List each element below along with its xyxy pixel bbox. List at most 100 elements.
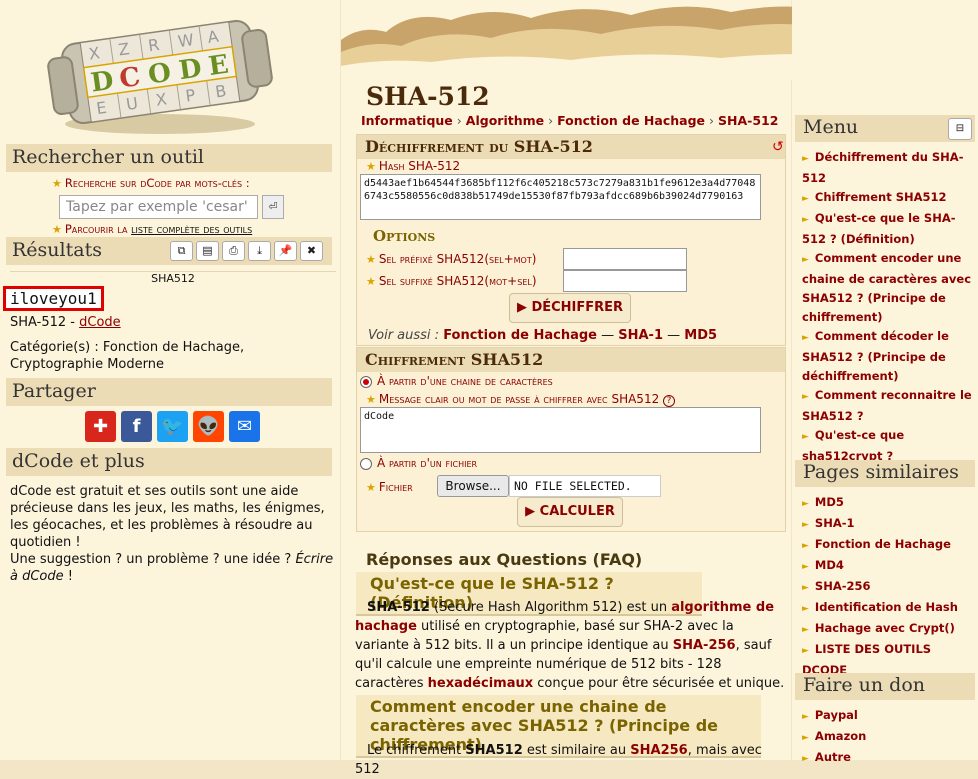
- star-icon: ★: [52, 223, 62, 236]
- hash-label: ★ Hash SHA-512: [366, 159, 460, 173]
- bullet-icon: ►: [802, 255, 809, 265]
- search-input[interactable]: [59, 195, 258, 219]
- star-icon: ★: [366, 160, 376, 173]
- breadcrumb-sha512[interactable]: SHA-512: [718, 113, 778, 128]
- from-file-text: À partir d'un fichier: [377, 456, 478, 470]
- message-textarea[interactable]: dCode: [360, 407, 761, 453]
- salt-prefix-text: Sel préfixé SHA512(sel+mot): [378, 252, 537, 266]
- plus-text: dCode est gratuit et ses outils sont une…: [10, 483, 335, 585]
- bullet-icon: ►: [802, 520, 809, 530]
- search-submit-button[interactable]: ⏎: [262, 195, 284, 219]
- breadcrumb: Informatique › Algorithme › Fonction de Hach…: [361, 113, 779, 128]
- similar-item-label: MD5: [814, 495, 844, 509]
- faq-answer-1: SHA-512 (Secure Hash Algorithm 512) est …: [355, 598, 787, 693]
- pin-icon[interactable]: 📌: [274, 241, 297, 261]
- email-icon[interactable]: ✉: [229, 411, 260, 442]
- a2-link-sha256[interactable]: SHA256: [630, 743, 687, 758]
- radio-from-string[interactable]: [360, 376, 372, 388]
- close-icon[interactable]: ✖: [300, 241, 323, 261]
- reset-icon[interactable]: ↺: [772, 139, 784, 155]
- donate-item[interactable]: ► Autre: [802, 748, 974, 769]
- clipboard-icon[interactable]: ▤: [196, 241, 219, 261]
- star-icon: ★: [366, 275, 376, 288]
- a1-link-hex[interactable]: hexadécimaux: [428, 676, 533, 691]
- plus-heading: dCode et plus: [6, 448, 332, 476]
- hash-label-text: Hash SHA-512: [378, 159, 461, 173]
- decrypt-panel-title: Déchiffrement du SHA-512: [357, 135, 785, 159]
- reddit-icon[interactable]: 👽: [193, 411, 224, 442]
- salt-prefix-input[interactable]: [563, 248, 687, 270]
- copy-icon[interactable]: ⧉: [170, 241, 193, 261]
- menu-item[interactable]: ► Comment décoder le SHA512 ? (Principe d…: [802, 327, 974, 386]
- similar-list: ► MD5 ► SHA-1 ► Fonction de Hachage ► MD4 ► S…: [802, 493, 974, 680]
- dcode-logo[interactable]: D C O D E X Z R W A E U X P B: [40, 2, 280, 142]
- menu-item[interactable]: ► Comment reconnaitre le SHA512 ?: [802, 386, 974, 426]
- message-label: ★ Message clair ou mot de passe à chiffre…: [366, 392, 676, 407]
- faq-answer-2: Le chiffrement SHA512 est similaire au S…: [355, 741, 787, 779]
- menu-item-label: Qu'est-ce que sha512crypt ?: [802, 428, 905, 463]
- menu-item[interactable]: ► Déchiffrement du SHA-512: [802, 148, 974, 188]
- result-meta: SHA-512 - dCode: [10, 315, 121, 330]
- similar-item[interactable]: ► MD5: [802, 493, 974, 514]
- salt-suffix-input[interactable]: [563, 270, 687, 292]
- similar-item-label: SHA-256: [814, 579, 871, 593]
- bullet-icon: ►: [802, 392, 809, 402]
- result-dcode-link[interactable]: dCode: [79, 315, 121, 330]
- similar-item[interactable]: ► SHA-1: [802, 514, 974, 535]
- a1-part-7: conçue pour être sécurisée et unique.: [533, 676, 785, 691]
- file-label: ★ Fichier: [366, 480, 413, 494]
- plus-text-2: Une suggestion ? un problème ? une idée …: [10, 552, 296, 567]
- share-plus-icon[interactable]: ✚: [85, 411, 116, 442]
- a1-link-sha256[interactable]: SHA-256: [673, 638, 736, 653]
- similar-item[interactable]: ► Identification de Hash: [802, 598, 974, 619]
- donate-item[interactable]: ► Paypal: [802, 706, 974, 727]
- bullet-icon: ►: [802, 333, 809, 343]
- bullet-icon: ►: [802, 583, 809, 593]
- browse-file-button[interactable]: Browse...: [437, 475, 509, 497]
- breadcrumb-fonction-hachage[interactable]: Fonction de Hachage: [557, 113, 705, 128]
- breadcrumb-algorithme[interactable]: Algorithme: [466, 113, 544, 128]
- menu-item[interactable]: ► Comment encoder une chaine de caractère…: [802, 249, 974, 327]
- bullet-icon: ►: [802, 432, 809, 442]
- decrypt-button[interactable]: ▶ DÉCHIFFRER: [509, 293, 631, 323]
- similar-item[interactable]: ► Hachage avec Crypt(): [802, 619, 974, 640]
- breadcrumb-informatique[interactable]: Informatique: [361, 113, 453, 128]
- menu-item-label: Chiffrement SHA512: [814, 190, 947, 204]
- salt-prefix-label: ★ Sel préfixé SHA512(sel+mot): [366, 252, 536, 266]
- browse-all-tools-link[interactable]: liste complète des outils: [131, 222, 252, 236]
- twitter-icon[interactable]: 🐦: [157, 411, 188, 442]
- see-also-hash-function[interactable]: Fonction de Hachage: [443, 328, 597, 343]
- svg-text:C: C: [118, 62, 143, 95]
- bullet-icon: ►: [802, 154, 809, 164]
- facebook-icon[interactable]: f: [121, 411, 152, 442]
- a1-part-1: (Secure Hash Algorithm 512) est un: [429, 600, 672, 615]
- no-file-selected: NO FILE SELECTED.: [509, 475, 661, 497]
- svg-text:D: D: [177, 53, 204, 86]
- svg-text:O: O: [146, 58, 173, 91]
- similar-item-label: MD4: [814, 558, 844, 572]
- donate-item[interactable]: ► Amazon: [802, 727, 974, 748]
- see-also-md5[interactable]: MD5: [684, 328, 717, 343]
- help-icon[interactable]: ?: [663, 395, 676, 407]
- see-also-sha1[interactable]: SHA-1: [618, 328, 663, 343]
- donate-item-label: Amazon: [814, 729, 867, 743]
- radio-from-file[interactable]: [360, 458, 372, 470]
- menu-list: ► Déchiffrement du SHA-512 ► Chiffrement S…: [802, 148, 974, 466]
- menu-item[interactable]: ► Qu'est-ce que le SHA-512 ? (Définition): [802, 209, 974, 249]
- download-icon[interactable]: ⤓: [248, 241, 271, 261]
- search-hint-text: Recherche sur dCode par mots-clés :: [64, 176, 250, 190]
- menu-collapse-button[interactable]: ⊟: [948, 118, 972, 140]
- hash-textarea[interactable]: d5443aef1b64544f3685bf112f6c405218c573c7…: [360, 174, 761, 220]
- print-icon[interactable]: ⎙: [222, 241, 245, 261]
- bullet-icon: ►: [802, 604, 809, 614]
- star-icon: ★: [52, 177, 62, 190]
- similar-item[interactable]: ► Fonction de Hachage: [802, 535, 974, 556]
- similar-item[interactable]: ► MD4: [802, 556, 974, 577]
- similar-item[interactable]: ► SHA-256: [802, 577, 974, 598]
- calculate-button[interactable]: ▶ CALCULER: [517, 497, 623, 527]
- donate-item-label: Autre: [814, 750, 851, 764]
- menu-item[interactable]: ► Chiffrement SHA512: [802, 188, 974, 209]
- encrypt-panel-title: Chiffrement SHA512: [357, 348, 785, 372]
- from-string-text: À partir d'une chaine de caractères: [377, 374, 553, 388]
- result-value[interactable]: iloveyou1: [3, 286, 104, 311]
